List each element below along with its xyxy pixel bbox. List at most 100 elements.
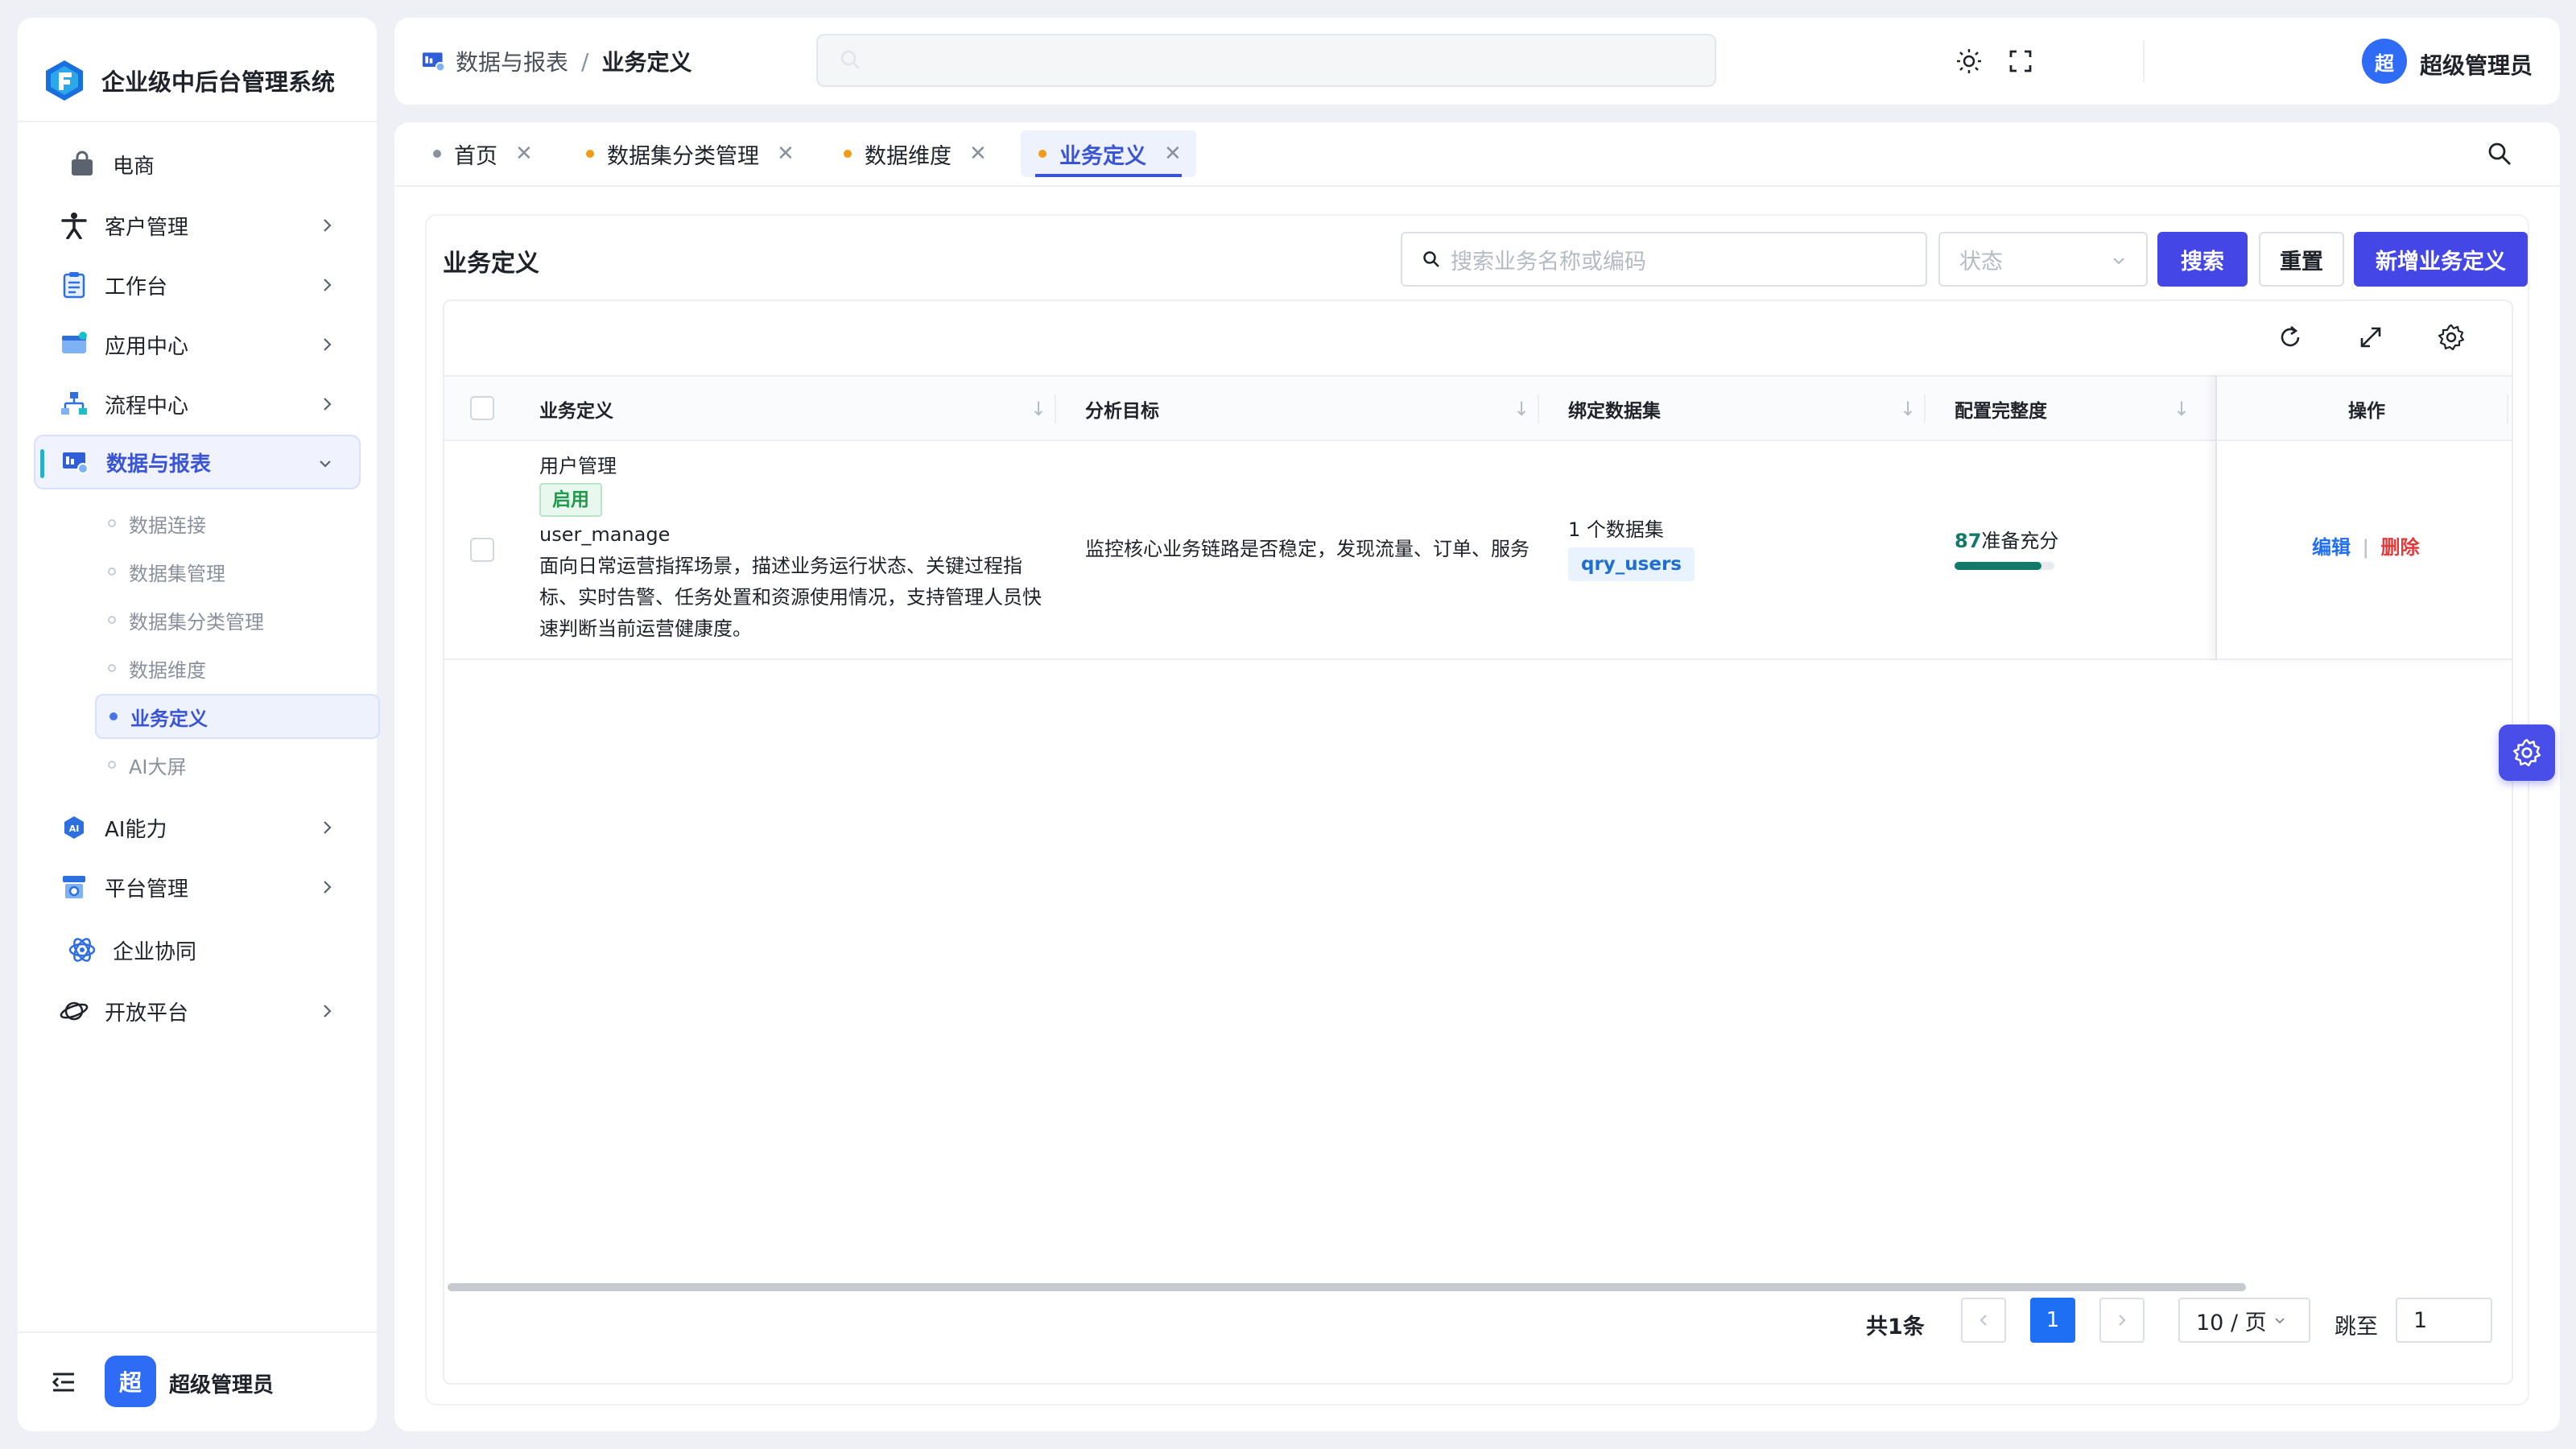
chevron-right-icon (324, 821, 332, 834)
sidebar-item-workbench[interactable]: 工作台 (34, 258, 361, 312)
dataset-count: 1 个数据集 (1568, 518, 1664, 541)
jump-value: 1 (2413, 1307, 2428, 1333)
sidebar-item-flow-center[interactable]: 流程中心 (34, 377, 361, 431)
bullet-icon (108, 761, 116, 769)
column-header-business[interactable]: 业务定义 (539, 377, 613, 441)
sidebar-subitem-business-definition[interactable]: 业务定义 (95, 694, 380, 739)
delete-link[interactable]: 删除 (2380, 536, 2419, 559)
sort-icon[interactable]: ↓ (1513, 398, 1530, 420)
column-header-completeness[interactable]: 配置完整度 (1955, 377, 2047, 441)
dataset-tag[interactable]: qry_users (1568, 547, 1695, 581)
select-all-checkbox[interactable] (470, 396, 494, 420)
sidebar-item-collaboration[interactable]: 企业协同 (34, 923, 361, 977)
floating-settings-button[interactable] (2499, 724, 2555, 781)
column-header-target[interactable]: 分析目标 (1085, 377, 1159, 441)
search-button[interactable]: 搜索 (2157, 232, 2248, 287)
status-placeholder: 状态 (1959, 249, 2003, 275)
sidebar-subitem-ai-dashboard[interactable]: AI大屏 (95, 742, 380, 787)
horizontal-scrollbar[interactable] (448, 1283, 2246, 1291)
sidebar-item-platform[interactable]: 平台管理 (34, 860, 361, 914)
sidebar-footer: 超 超级管理员 (18, 1331, 377, 1431)
search-icon[interactable] (2486, 140, 2513, 167)
table-header: 业务定义 ↓ 分析目标 ↓ 绑定数据集 ↓ 配置完整度 ↓ 操作 (444, 375, 2512, 441)
sun-icon[interactable] (1955, 47, 1984, 76)
tab-business-definition[interactable]: 业务定义 ✕ (1021, 130, 1196, 177)
sidebar-item-ecommerce[interactable]: 电商 (34, 137, 361, 192)
next-page-button[interactable] (2099, 1298, 2145, 1343)
completeness-progress (1955, 562, 2054, 570)
logo-icon (46, 60, 83, 101)
chevron-right-icon (324, 338, 332, 351)
sort-icon[interactable]: ↓ (2174, 398, 2190, 420)
column-header-dataset[interactable]: 绑定数据集 (1568, 377, 1661, 441)
chevron-right-icon (2119, 1315, 2126, 1326)
header-avatar[interactable]: 超 (2362, 39, 2407, 84)
collapse-menu-icon[interactable] (50, 1368, 77, 1396)
row-actions: 编辑 | 删除 (2312, 531, 2419, 559)
content-card: 业务定义 搜索业务名称或编码 状态 搜索 重置 新增业务定义 业务定义 ↓ 分析… (425, 214, 2529, 1406)
brand: 企业级中后台管理系统 (42, 40, 335, 121)
sidebar-subitem-label: 数据连接 (129, 514, 206, 537)
header-user-name[interactable]: 超级管理员 (2420, 48, 2533, 80)
sidebar-item-label: 电商 (113, 154, 155, 179)
sidebar-subitem-dataset-management[interactable]: 数据集管理 (95, 549, 380, 594)
sidebar-item-open-platform[interactable]: 开放平台 (34, 984, 361, 1038)
top-header: 数据与报表 / 业务定义 超 超级管理员 (394, 18, 2560, 105)
table-row[interactable]: 用户管理 启用 user_manage 面向日常运营指挥场景，描述业务运行状态、… (444, 441, 2512, 660)
settings-icon[interactable] (2436, 322, 2467, 353)
completeness-cell: 87准备充分 (1955, 525, 2058, 570)
row-checkbox[interactable] (470, 538, 494, 562)
expand-icon[interactable] (2355, 322, 2386, 353)
search-placeholder: 搜索业务名称或编码 (1451, 249, 1646, 275)
analysis-target: 监控核心业务链路是否稳定，发现流量、订单、服务 (1085, 538, 1530, 560)
sidebar-subitem-label: 数据维度 (129, 658, 206, 682)
search-input[interactable]: 搜索业务名称或编码 (1401, 232, 1927, 287)
add-business-definition-button[interactable]: 新增业务定义 (2354, 232, 2528, 287)
fullscreen-icon[interactable] (2006, 47, 2035, 76)
close-icon[interactable]: ✕ (969, 142, 987, 166)
settings-icon (2512, 738, 2541, 767)
edit-link[interactable]: 编辑 (2312, 536, 2351, 559)
reset-button[interactable]: 重置 (2259, 232, 2344, 287)
global-search-input[interactable] (816, 34, 1716, 87)
sidebar-subitem-data-connection[interactable]: 数据连接 (95, 501, 380, 546)
prev-page-button[interactable] (1961, 1298, 2006, 1343)
clipboard-icon (58, 269, 90, 301)
sidebar-subitem-dataset-category[interactable]: 数据集分类管理 (95, 597, 380, 642)
page-1-button[interactable]: 1 (2030, 1298, 2075, 1343)
sidebar-item-app-center[interactable]: 应用中心 (34, 317, 361, 372)
page-size-select[interactable]: 10 / 页 (2178, 1298, 2310, 1343)
sidebar-subitem-label: AI大屏 (129, 755, 187, 778)
breadcrumb-parent[interactable]: 数据与报表 (456, 45, 568, 77)
jump-input[interactable]: 1 (2396, 1298, 2492, 1343)
avatar[interactable]: 超 (105, 1356, 156, 1407)
sort-icon[interactable]: ↓ (1030, 398, 1046, 420)
report-icon (422, 52, 446, 72)
status-select[interactable]: 状态 (1938, 232, 2148, 287)
action-separator: | (2362, 536, 2370, 559)
close-icon[interactable]: ✕ (515, 142, 533, 166)
sidebar-item-customers[interactable]: 客户管理 (34, 198, 361, 253)
close-icon[interactable]: ✕ (1164, 142, 1182, 166)
close-icon[interactable]: ✕ (777, 142, 795, 166)
person-icon (58, 209, 90, 242)
completeness-score: 87 (1955, 530, 1982, 552)
svg-text:AI: AI (69, 824, 80, 834)
sidebar-subitem-data-dimension[interactable]: 数据维度 (95, 646, 380, 691)
tab-home[interactable]: 首页 ✕ (433, 130, 533, 177)
sidebar-user-name: 超级管理员 (169, 1373, 275, 1397)
chevron-down-icon (320, 460, 331, 468)
data-table: 业务定义 ↓ 分析目标 ↓ 绑定数据集 ↓ 配置完整度 ↓ 操作 用户管理 启用 (443, 299, 2513, 1385)
chevron-left-icon (1979, 1315, 1987, 1326)
tab-dataset-category[interactable]: 数据集分类管理 ✕ (586, 130, 795, 177)
tab-data-dimension[interactable]: 数据维度 ✕ (844, 130, 987, 177)
column-divider (1055, 394, 1056, 423)
sidebar: 企业级中后台管理系统 电商 客户管理 工作台 应用中心 流程中心 数据与报表 数… (18, 18, 380, 1431)
status-badge: 启用 (539, 483, 602, 517)
sidebar-item-label: 平台管理 (105, 877, 189, 902)
sort-icon[interactable]: ↓ (1900, 398, 1916, 420)
refresh-icon[interactable] (2275, 322, 2306, 353)
sidebar-item-ai[interactable]: AI AI能力 (34, 800, 361, 855)
sidebar-item-data-reports[interactable]: 数据与报表 (34, 435, 361, 489)
tab-label: 首页 (454, 143, 497, 169)
